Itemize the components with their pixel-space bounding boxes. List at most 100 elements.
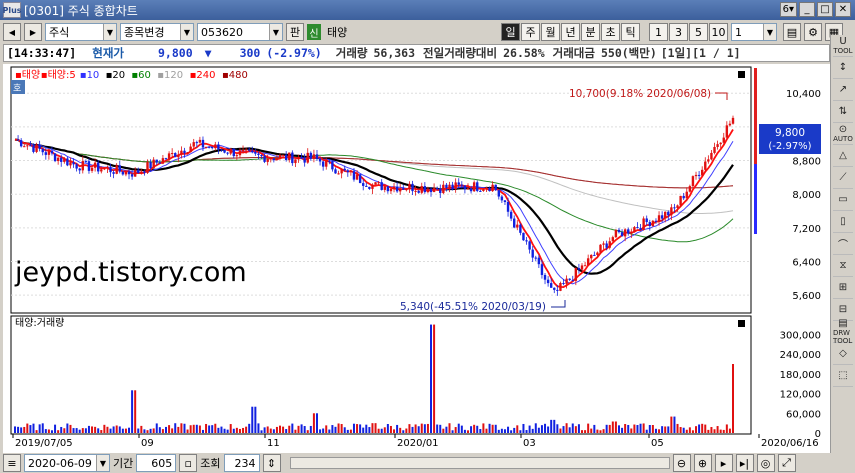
period-button[interactable]: 일 bbox=[501, 23, 520, 41]
candle-body bbox=[389, 188, 393, 192]
volume-bar bbox=[414, 424, 417, 433]
candle-body bbox=[488, 188, 491, 192]
volume-bar bbox=[584, 430, 587, 433]
chevron-down-icon: ▼ bbox=[269, 24, 282, 40]
close-button[interactable]: ✕ bbox=[835, 2, 851, 17]
pane-close-icon[interactable] bbox=[738, 320, 745, 327]
zoom-out-icon[interactable]: ⊖ bbox=[672, 454, 691, 472]
candle-body bbox=[66, 158, 69, 166]
market-select[interactable]: 주식 ▼ bbox=[45, 23, 117, 41]
interval-button[interactable]: 3 bbox=[669, 23, 688, 41]
volume-bar bbox=[590, 428, 593, 433]
prev-arrow-button[interactable]: ◀ bbox=[3, 23, 21, 41]
candle-body bbox=[398, 188, 402, 192]
tool-button[interactable]: ⬚ bbox=[833, 365, 853, 387]
candle-body bbox=[211, 146, 214, 149]
save-icon[interactable]: ▤ bbox=[783, 23, 801, 41]
candle-body bbox=[503, 200, 507, 203]
period-button[interactable]: 분 bbox=[581, 23, 600, 41]
calendar-icon[interactable]: ≡ bbox=[3, 454, 21, 472]
volume-bar bbox=[312, 413, 315, 433]
scroll-end-icon[interactable]: ▸| bbox=[735, 454, 754, 472]
pan-button[interactable]: 판 bbox=[286, 23, 304, 41]
candle-body bbox=[281, 154, 285, 156]
interval-button[interactable]: 10 bbox=[709, 23, 728, 41]
period-button[interactable]: 월 bbox=[541, 23, 560, 41]
stepper-icon[interactable]: ⇕ bbox=[262, 454, 281, 472]
maximize-button[interactable]: □ bbox=[817, 2, 833, 17]
candle-body bbox=[617, 229, 621, 233]
tool-button[interactable]: ▭ bbox=[833, 189, 853, 211]
candle-body bbox=[516, 224, 519, 228]
candle-body bbox=[149, 162, 152, 169]
scroll-right-icon[interactable]: ▸ bbox=[714, 454, 733, 472]
tool-button[interactable]: ▤ DRW TOOL bbox=[833, 318, 853, 345]
tool-button[interactable]: ⧖ bbox=[833, 255, 853, 277]
volume-bar bbox=[368, 427, 371, 433]
period-button[interactable]: 초 bbox=[601, 23, 620, 41]
tool-button[interactable]: ⟋ bbox=[833, 167, 853, 189]
volume-bar bbox=[137, 428, 140, 433]
tool-button[interactable]: ◇ bbox=[833, 343, 853, 365]
candle-body bbox=[257, 153, 260, 155]
volume-bar bbox=[54, 424, 57, 433]
zoom-in-icon[interactable]: ⊕ bbox=[693, 454, 712, 472]
candle-body bbox=[220, 149, 223, 151]
period-input[interactable]: 605 bbox=[136, 454, 177, 472]
lookup-input[interactable]: 234 bbox=[223, 454, 260, 472]
price-range-bar-red bbox=[754, 68, 757, 164]
horizontal-scrollbar[interactable] bbox=[289, 457, 670, 469]
interval-select[interactable]: 1 ▼ bbox=[731, 23, 777, 41]
page-number-button[interactable]: 6 ▾ bbox=[779, 2, 797, 17]
candle-body bbox=[716, 144, 719, 147]
tool-button[interactable]: ↕ bbox=[833, 57, 853, 79]
window-title: [0301] 주식 종합차트 bbox=[24, 3, 138, 18]
candle-body bbox=[26, 145, 29, 147]
minimize-button[interactable]: _ bbox=[799, 2, 815, 17]
tool-button[interactable]: U TOOL bbox=[833, 35, 853, 57]
tool-button[interactable]: △ bbox=[833, 145, 853, 167]
tool-icon: U bbox=[839, 36, 847, 47]
tool-button[interactable]: ⊞ bbox=[833, 277, 853, 299]
volume-bar bbox=[423, 424, 426, 433]
legend-item: ▪480 bbox=[222, 70, 248, 81]
legend-item: ▪240 bbox=[190, 70, 216, 81]
volume-bar bbox=[84, 428, 87, 433]
volume-bar bbox=[365, 424, 368, 433]
tool-button[interactable]: ⌒ bbox=[833, 233, 853, 255]
volume-bar bbox=[331, 425, 334, 433]
settings-icon[interactable]: ⚙ bbox=[804, 23, 822, 41]
candle-body bbox=[623, 229, 627, 237]
candle-body bbox=[121, 171, 125, 175]
zoom-fit-icon[interactable]: ◎ bbox=[756, 454, 775, 472]
date-tick: 2020/06/16 bbox=[761, 438, 819, 449]
next-arrow-button[interactable]: ▶ bbox=[24, 23, 42, 41]
volume-bar bbox=[420, 423, 423, 433]
tool-button[interactable]: ▯ bbox=[833, 211, 853, 233]
interval-button[interactable]: 5 bbox=[689, 23, 708, 41]
price-chart-area[interactable]: 10,4009,6008,8008,0007,2006,4005,600 300… bbox=[3, 64, 830, 458]
tool-button[interactable]: ⊙ AUTO bbox=[833, 123, 853, 145]
tool-button[interactable]: ↗ bbox=[833, 79, 853, 101]
tool-button[interactable]: ⇅ bbox=[833, 101, 853, 123]
volume-bar bbox=[47, 429, 50, 433]
volume-bar bbox=[183, 423, 186, 433]
date-select[interactable]: 2020-06-09 ▼ bbox=[24, 454, 110, 472]
period-button[interactable]: 년 bbox=[561, 23, 580, 41]
candle-body bbox=[284, 154, 288, 161]
period-button[interactable]: 주 bbox=[521, 23, 540, 41]
candle-body bbox=[321, 161, 325, 167]
change-mode-select[interactable]: 종목변경 ▼ bbox=[120, 23, 194, 41]
candle-body bbox=[611, 237, 615, 242]
candle-body bbox=[183, 150, 186, 154]
lookup-icon[interactable]: ▫ bbox=[179, 454, 198, 472]
volume-bar bbox=[544, 423, 547, 433]
period-button[interactable]: 틱 bbox=[621, 23, 640, 41]
pane-close-icon[interactable] bbox=[738, 71, 745, 78]
interval-button[interactable]: 1 bbox=[649, 23, 668, 41]
candle-body bbox=[537, 257, 541, 265]
code-input[interactable]: 053620 ▼ bbox=[197, 23, 283, 41]
volume-bar bbox=[688, 427, 691, 433]
volume-bar bbox=[263, 427, 266, 433]
expand-icon[interactable]: ⤢ bbox=[777, 454, 796, 472]
